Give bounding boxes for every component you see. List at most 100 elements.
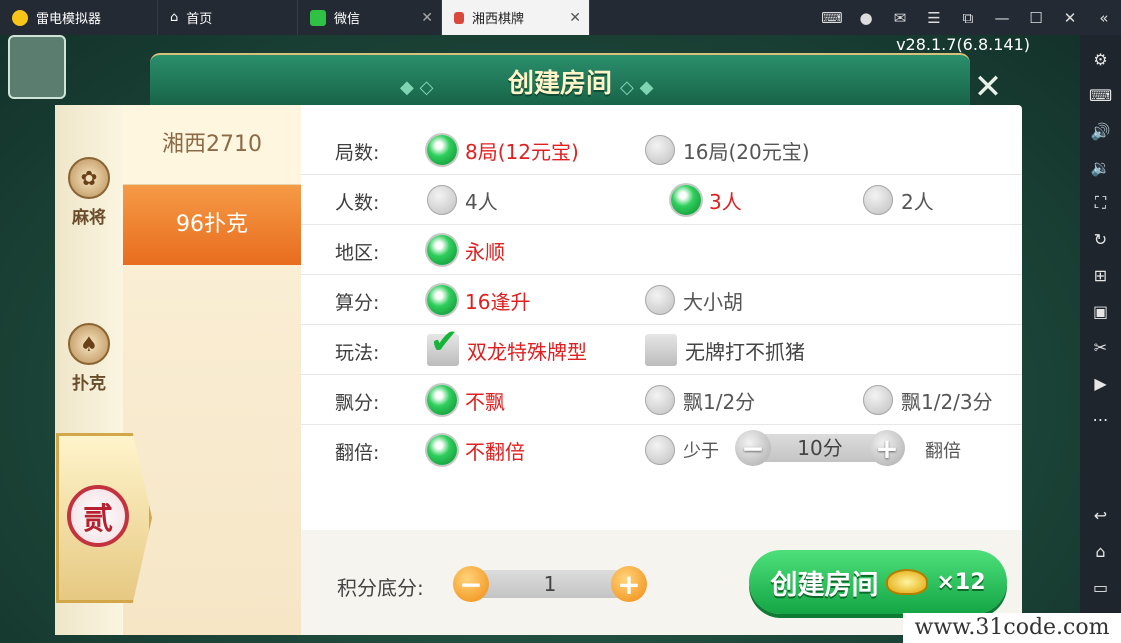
option-text: 大小胡 [683,289,743,314]
option-text: 3人 [709,189,742,214]
radio-icon [645,135,675,165]
settings-icon[interactable]: ⚙ [1080,41,1121,77]
create-room-panel: ✿ 麻将 ♠ 扑克 湘西2710 96扑克 局数: 8局(12元宝) 16局(2… [55,105,1022,635]
option-radio[interactable]: 不翻倍 [427,434,525,466]
tab-wechat[interactable]: 微信 ✕ [298,0,442,35]
plus-button[interactable]: + [869,430,905,466]
option-checkbox[interactable]: 无牌打不抓猪 [645,334,805,366]
tab-close-icon[interactable]: ✕ [569,10,581,26]
gamepad-icon[interactable]: ⌨ [815,9,849,27]
avatar[interactable] [8,35,66,99]
tab-home[interactable]: ⌂ 首页 [158,0,298,35]
float-score-row: 飘分: 不飘 飘1/2分 飘1/2/3分 [301,375,1022,425]
option-text: 飘1/2分 [683,389,756,414]
tab-label: 湘西棋牌 [472,12,525,27]
collapse-icon[interactable]: « [1087,9,1121,27]
option-radio[interactable]: 3人 [671,184,742,216]
game-app-icon [454,11,464,24]
create-room-button[interactable]: 创建房间 ×12 [749,550,1007,614]
diamond-deco-icon: ◇ ◆ [620,77,654,98]
wechat-icon [310,9,326,26]
game-item-96poker[interactable]: 96扑克 [123,185,301,265]
option-text: 不翻倍 [465,439,525,464]
region-row: 地区: 永顺 [301,225,1022,275]
apk-icon[interactable]: ▣ [1080,293,1121,329]
rounds-row: 局数: 8局(12元宝) 16局(20元宝) [301,125,1022,175]
emulator-sidebar: ⚙ ⌨ 🔊 🔉 ⛶ ↻ ⊞ ▣ ✂ ▶ ⋯ ↩ ⌂ ▭ [1080,35,1121,643]
radio-selected-icon [427,285,457,315]
option-radio[interactable]: 16局(20元宝) [645,134,810,166]
volume-up-icon[interactable]: 🔊 [1080,113,1121,149]
tab-leidian[interactable]: 雷电模拟器 [0,0,158,35]
option-radio[interactable]: 飘1/2分 [645,384,755,416]
plus-button[interactable]: + [611,566,647,602]
category-poker[interactable]: ♠ 扑克 [55,323,123,394]
radio-selected-icon [427,435,457,465]
keyboard-icon[interactable]: ⌨ [1080,77,1121,113]
restore-icon[interactable]: ⧉ [951,9,985,27]
option-text: 飘1/2/3分 [901,389,993,414]
minus-button[interactable]: − [735,430,771,466]
record-icon[interactable]: ▶ [1080,365,1121,401]
radio-icon [645,435,675,465]
window-controls: ⌨ ● ✉ ☰ ⧉ — ☐ ✕ « [815,0,1121,35]
option-radio[interactable]: 2人 [863,184,934,216]
recent-icon[interactable]: ▭ [1080,569,1121,605]
option-text: 少于 [683,441,719,462]
more-icon[interactable]: ⋯ [1080,401,1121,437]
add-window-icon[interactable]: ⊞ [1080,257,1121,293]
option-text: 双龙特殊牌型 [467,339,587,364]
screenshot-icon[interactable]: ⛶ [1080,185,1121,221]
option-checkbox[interactable]: 双龙特殊牌型 [427,322,587,366]
home-icon: ⌂ [170,10,179,25]
rotate-icon[interactable]: ↻ [1080,221,1121,257]
dialog-header: ◆ ◇ 创建房间 ◇ ◆ [150,53,970,109]
option-label: 人数: [335,192,380,214]
volume-down-icon[interactable]: 🔉 [1080,149,1121,185]
game-item-xiangxi[interactable]: 湘西2710 [123,105,301,185]
option-label: 地区: [335,242,380,264]
option-radio[interactable]: 飘1/2/3分 [863,384,993,416]
option-text: 2人 [901,189,934,214]
close-icon[interactable]: ✕ [1053,9,1087,27]
back-icon[interactable]: ↩ [1080,497,1121,533]
stepper-value: 10分 [765,434,875,462]
category-label: 扑克 [72,374,106,394]
mail-icon[interactable]: ✉ [883,9,917,27]
option-text: 4人 [465,189,498,214]
option-radio[interactable]: 8局(12元宝) [427,134,579,166]
menu-icon[interactable]: ☰ [917,9,951,27]
option-radio[interactable]: 16逢升 [427,284,530,316]
close-dialog-button[interactable]: ✕ [968,67,1008,107]
scissors-icon[interactable]: ✂ [1080,329,1121,365]
radio-icon [863,185,893,215]
minimize-icon[interactable]: — [985,9,1019,27]
option-radio[interactable]: 不飘 [427,384,505,416]
tab-label: 微信 [334,12,361,27]
tab-game[interactable]: 湘西棋牌 ✕ [442,0,590,35]
option-text: 不飘 [465,389,505,414]
option-text: 永顺 [465,239,505,264]
tab-close-icon[interactable]: ✕ [421,10,433,26]
gold-ingot-icon [886,569,929,595]
emulator-titlebar: 雷电模拟器 ⌂ 首页 微信 ✕ 湘西棋牌 ✕ ⌨ ● ✉ ☰ ⧉ — ☐ ✕ « [0,0,1121,35]
user-icon[interactable]: ● [849,9,883,27]
cost-label: ×12 [936,569,986,595]
home-nav-icon[interactable]: ⌂ [1080,533,1121,569]
option-radio[interactable]: 4人 [427,184,498,216]
minus-button[interactable]: − [453,566,489,602]
maximize-icon[interactable]: ☐ [1019,9,1053,27]
option-radio[interactable]: 少于 [645,434,719,466]
mahjong-icon: ✿ [68,157,110,199]
option-radio[interactable]: 永顺 [427,234,505,266]
players-row: 人数: 4人 3人 2人 [301,175,1022,225]
radio-selected-icon [671,185,701,215]
option-radio[interactable]: 大小胡 [645,284,743,316]
radio-icon [863,385,893,415]
option-label: 玩法: [335,342,380,364]
tab-label: 雷电模拟器 [36,12,102,27]
category-label: 麻将 [72,208,106,228]
category-mahjong[interactable]: ✿ 麻将 [55,157,123,228]
option-label: 算分: [335,292,380,314]
radio-icon [427,185,457,215]
